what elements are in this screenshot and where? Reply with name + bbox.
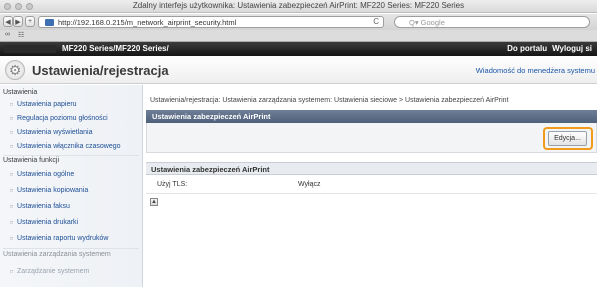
panel-title: Ustawienia zabezpieczeń AirPrint [152,112,271,121]
search-input[interactable]: Q▾ Google [394,16,590,28]
reload-icon[interactable]: C [373,17,379,26]
row-divider [146,193,597,194]
portal-link[interactable]: Do portalu [507,44,547,53]
search-placeholder: Q▾ Google [409,18,445,27]
sidebar-item-copy[interactable]: □ Ustawienia kopiowania [10,187,88,194]
edit-button[interactable]: Edycja... [548,131,587,146]
scroll-to-top-button[interactable]: ▲ [150,198,158,206]
reading-list-icon[interactable]: ∞ [5,31,10,38]
tls-setting-label: Użyj TLS: [157,181,188,188]
bullet-icon: □ [10,220,14,226]
device-name-label [4,45,56,53]
new-tab-button[interactable]: + [25,16,35,27]
page-header: ⚙ Ustawienia/rejestracja Wiadomość do me… [0,56,597,84]
window-titlebar: Zdalny interfejs użytkownika: Ustawienia… [0,0,597,13]
logout-link[interactable]: Wyloguj si [552,44,592,53]
sidebar-item-volume[interactable]: □ Regulacja poziomu głośności [10,115,108,122]
page-title: Ustawienia/rejestracja [32,63,169,78]
bookmarks-grid-icon[interactable]: ☷ [18,31,24,39]
site-favicon-icon [45,19,54,26]
sidebar-item-paper[interactable]: □ Ustawienia papieru [10,101,77,108]
bullet-icon: □ [10,172,14,178]
bullet-icon: □ [10,204,14,210]
sidebar-item-fax[interactable]: □ Ustawienia faksu [10,203,70,210]
sidebar-item-system-management[interactable]: □ Zarządzanie systemem [10,268,89,275]
panel-header: Ustawienia zabezpieczeń AirPrint [146,110,597,123]
bullet-icon: □ [10,116,14,122]
sidebar-item-display[interactable]: □ Ustawienia wyświetlania [10,129,93,136]
gear-icon: ⚙ [5,60,25,80]
browser-toolbar: ◀ ▶ + http://192.168.0.215/m_network_air… [0,14,597,30]
bullet-icon: □ [10,269,14,275]
panel-body [146,123,597,153]
bullet-icon: □ [10,144,14,150]
tls-setting-value: Wyłącz [298,181,321,188]
header-links: Do portalu Wyloguj si [507,44,597,53]
breadcrumb: Ustawienia/rejestracja: Ustawienia zarzą… [150,97,509,104]
bullet-icon: □ [10,188,14,194]
device-header-bar: MF220 Series/MF220 Series/ Do portalu Wyl… [0,42,597,56]
bookmarks-bar: ∞ ☷ [0,30,597,42]
sidebar-divider [3,155,139,156]
sidebar-item-timer[interactable]: □ Ustawienia włącznika czasowego [10,143,121,150]
sidebar-section-settings: Ustawienia [3,89,38,96]
device-model: MF220 Series/MF220 Series/ [62,44,169,53]
section-header: Ustawienia zabezpieczeń AirPrint [146,162,597,175]
url-text: http://192.168.0.215/m_network_airprint_… [58,18,237,27]
sidebar: Ustawienia □ Ustawienia papieru □ Regulacj… [0,85,143,287]
section-title: Ustawienia zabezpieczeń AirPrint [151,165,270,174]
bullet-icon: □ [10,102,14,108]
sidebar-section-functions: Ustawienia funkcji [3,157,60,164]
sidebar-item-general[interactable]: □ Ustawienia ogólne [10,171,74,178]
sidebar-item-report[interactable]: □ Ustawienia raportu wydruków [10,235,108,242]
forward-button[interactable]: ▶ [13,16,23,27]
window-title: Zdalny interfejs użytkownika: Ustawienia… [132,1,465,10]
sidebar-divider [3,248,139,249]
address-bar[interactable]: http://192.168.0.215/m_network_airprint_… [38,16,384,28]
bullet-icon: □ [10,236,14,242]
sidebar-section-system: Ustawienia zarządzania systemem [3,251,111,258]
back-button[interactable]: ◀ [3,16,13,27]
admin-message-link[interactable]: Wiadomość do menedżera systemu [476,66,595,75]
sidebar-item-printer[interactable]: □ Ustawienia drukarki [10,219,78,226]
bullet-icon: □ [10,130,14,136]
